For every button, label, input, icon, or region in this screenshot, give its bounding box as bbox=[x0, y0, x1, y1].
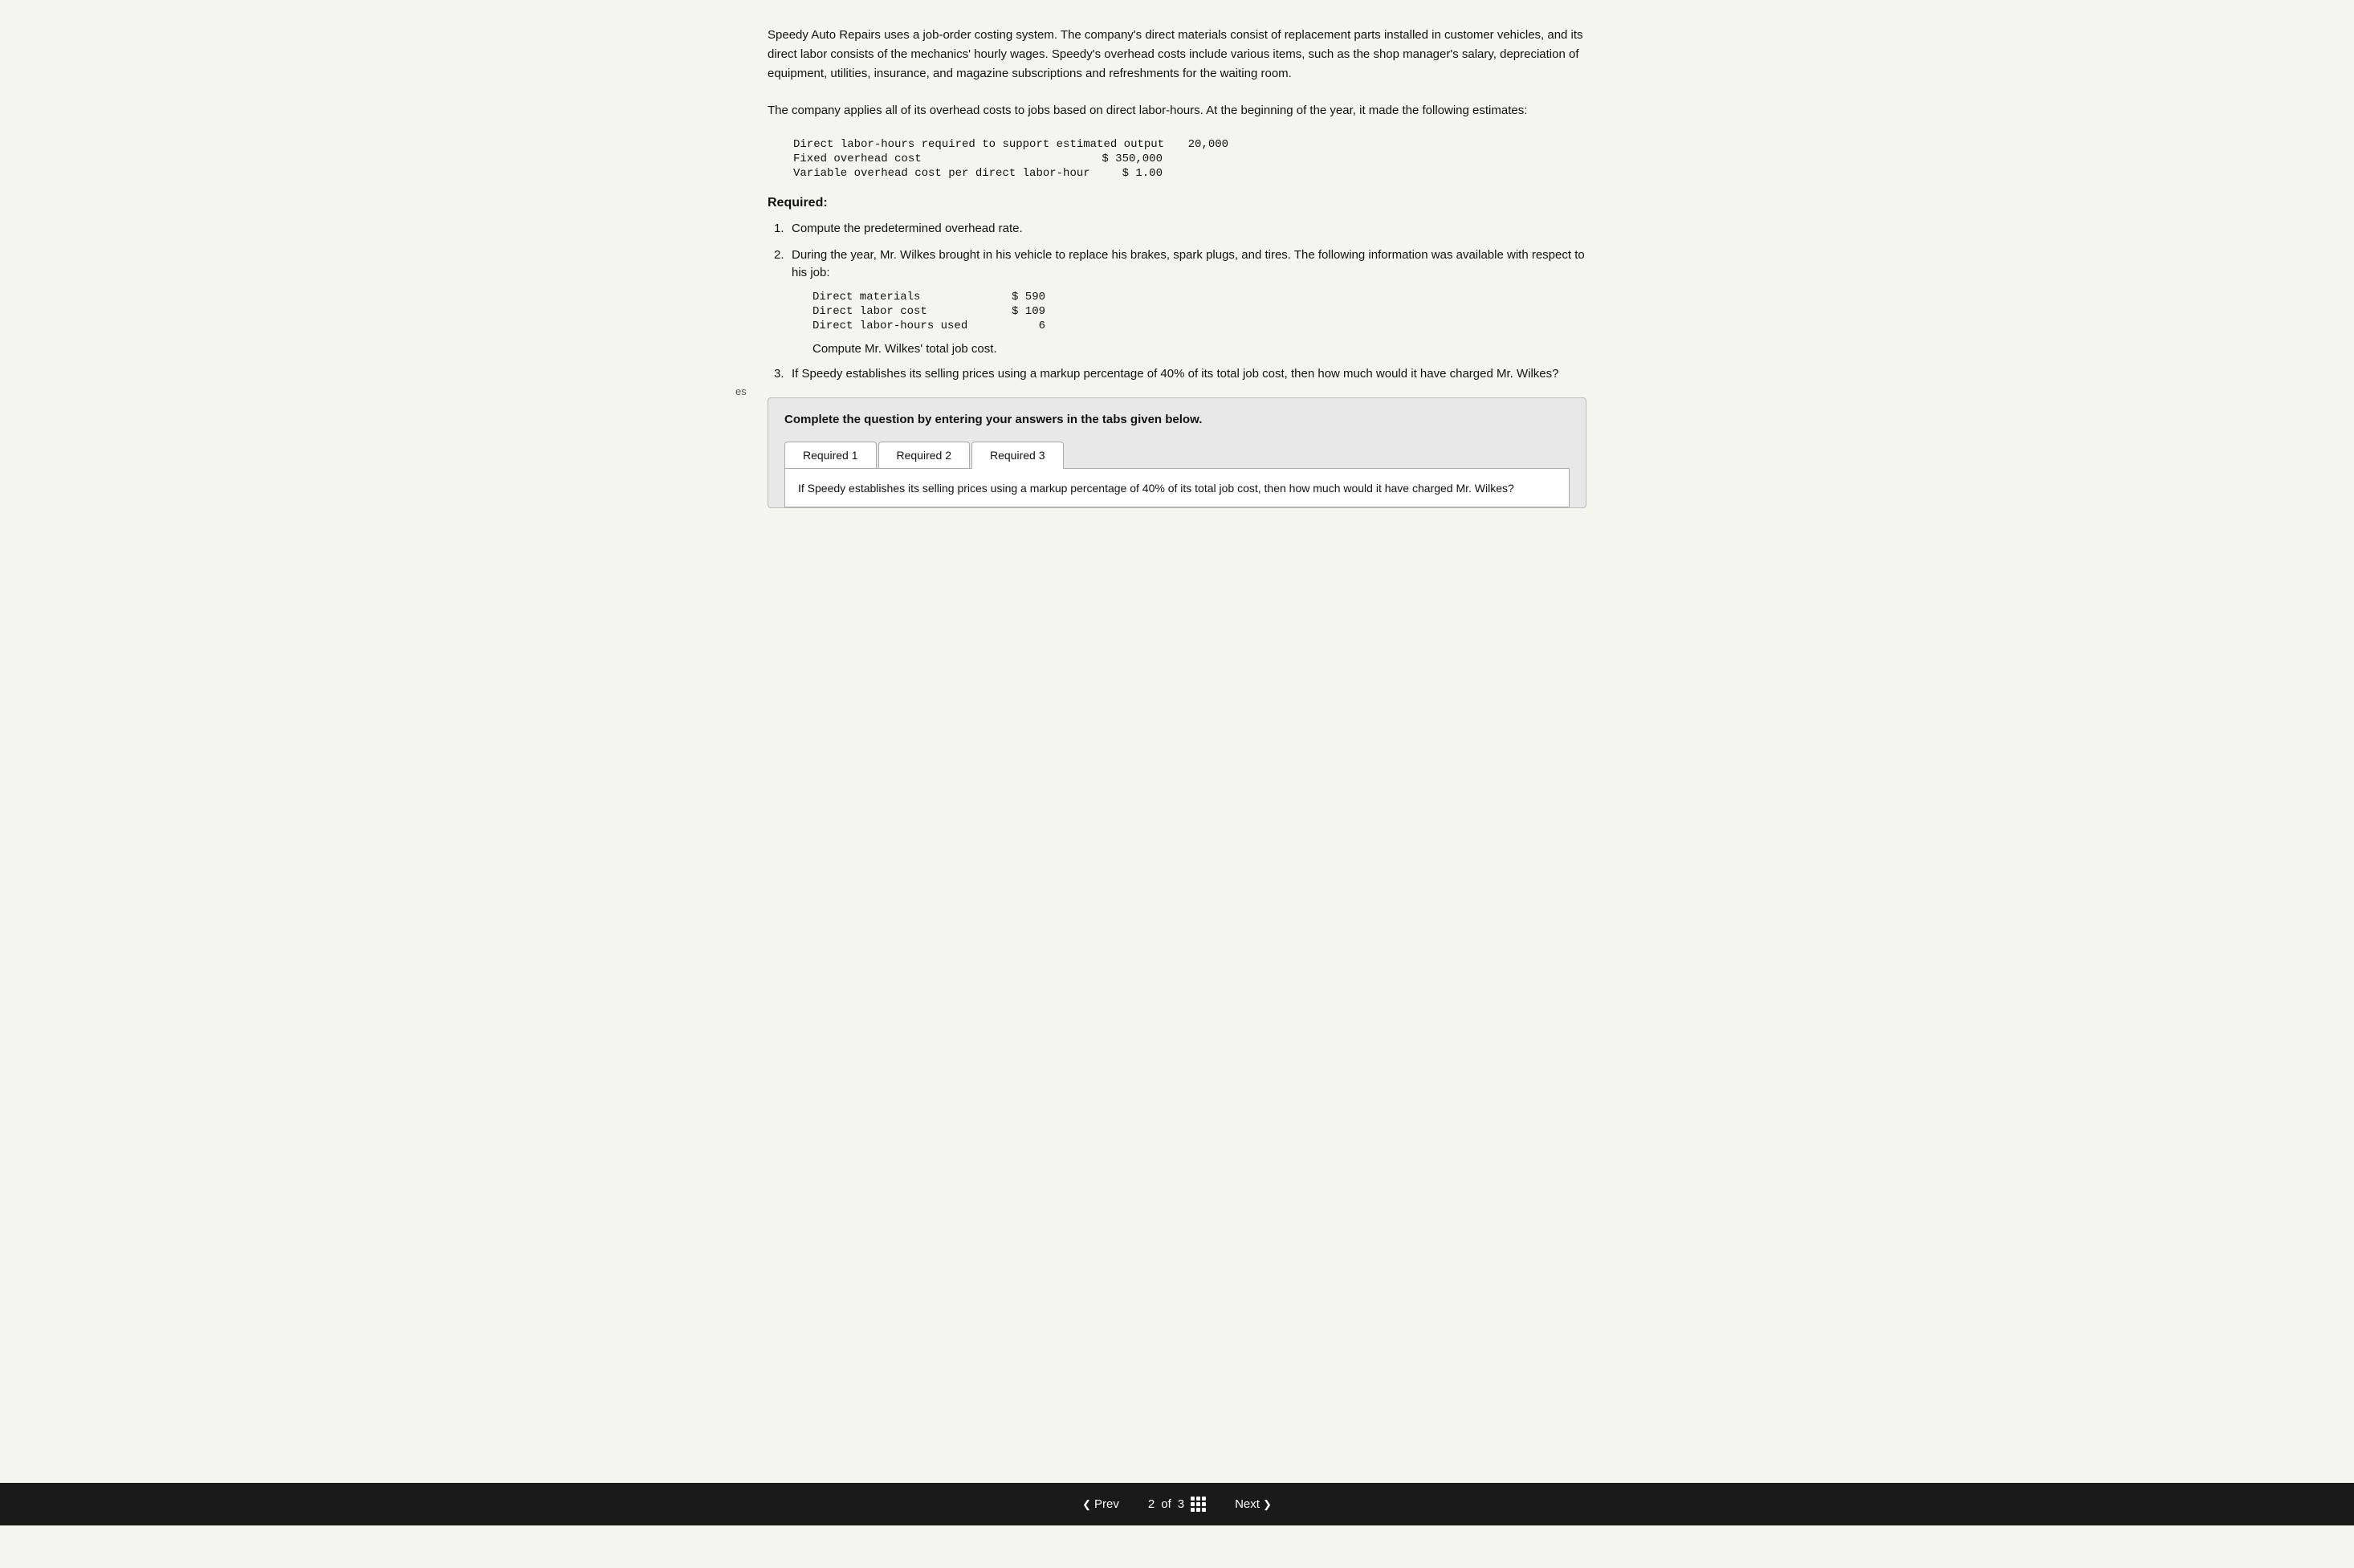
page-of: of bbox=[1161, 1497, 1171, 1511]
page-current: 2 bbox=[1148, 1497, 1155, 1511]
prev-button[interactable]: ❮ Prev bbox=[1073, 1494, 1129, 1514]
req-num-1: 1. bbox=[774, 220, 792, 238]
req-num-3: 3. bbox=[774, 365, 792, 384]
requirements-list: 1. Compute the predetermined overhead ra… bbox=[774, 220, 1586, 383]
intro-paragraph2: The company applies all of its overhead … bbox=[768, 101, 1586, 120]
prev-label: Prev bbox=[1094, 1497, 1119, 1511]
tab-required-3[interactable]: Required 3 bbox=[971, 442, 1064, 469]
tab-required-1[interactable]: Required 1 bbox=[784, 442, 877, 468]
job-label-0: Direct materials bbox=[812, 291, 997, 303]
estimate-value-1: $ 350,000 bbox=[1098, 153, 1163, 165]
job-row-0: Direct materials $ 590 bbox=[812, 291, 1586, 303]
estimates-table: Direct labor-hours required to support e… bbox=[793, 138, 1586, 181]
job-label-1: Direct labor cost bbox=[812, 305, 997, 318]
required-heading: Required: bbox=[768, 196, 1586, 210]
estimate-value-0: 20,000 bbox=[1164, 138, 1228, 151]
tabs-row: Required 1 Required 2 Required 3 bbox=[784, 441, 1570, 469]
estimate-row-1: Fixed overhead cost $ 350,000 bbox=[793, 153, 1586, 165]
requirement-1: 1. Compute the predetermined overhead ra… bbox=[774, 220, 1586, 238]
req-num-2: 2. bbox=[774, 246, 792, 265]
estimate-label-0: Direct labor-hours required to support e… bbox=[793, 138, 1164, 151]
job-value-2: 6 bbox=[997, 320, 1045, 332]
page-indicator: 2 of 3 bbox=[1148, 1497, 1206, 1512]
req-text-1: Compute the predetermined overhead rate. bbox=[792, 220, 1586, 238]
complete-instruction: Complete the question by entering your a… bbox=[784, 413, 1570, 426]
job-row-1: Direct labor cost $ 109 bbox=[812, 305, 1586, 318]
prev-chevron-icon: ❮ bbox=[1082, 1498, 1091, 1511]
req-text-2: During the year, Mr. Wilkes brought in h… bbox=[792, 246, 1586, 283]
tab-content-text: If Speedy establishes its selling prices… bbox=[798, 482, 1514, 495]
complete-box: Complete the question by entering your a… bbox=[768, 397, 1586, 508]
next-hand-icon: ❯ bbox=[1263, 1498, 1272, 1511]
next-label: Next bbox=[1235, 1497, 1260, 1511]
next-button[interactable]: Next ❯ bbox=[1225, 1494, 1281, 1514]
job-details-table: Direct materials $ 590 Direct labor cost… bbox=[812, 291, 1586, 334]
tab-required-2[interactable]: Required 2 bbox=[878, 442, 971, 468]
job-label-2: Direct labor-hours used bbox=[812, 320, 997, 332]
estimate-value-2: $ 1.00 bbox=[1098, 167, 1163, 180]
compute-wilkes-line: Compute Mr. Wilkes' total job cost. bbox=[812, 342, 1586, 356]
estimate-label-1: Fixed overhead cost bbox=[793, 153, 1098, 165]
job-value-0: $ 590 bbox=[997, 291, 1045, 303]
job-row-2: Direct labor-hours used 6 bbox=[812, 320, 1586, 332]
req-text-3: If Speedy establishes its selling prices… bbox=[792, 365, 1586, 384]
page-total: 3 bbox=[1178, 1497, 1184, 1511]
requirement-3: 3. If Speedy establishes its selling pri… bbox=[774, 365, 1586, 384]
grid-icon[interactable] bbox=[1191, 1497, 1206, 1512]
es-marker: es bbox=[735, 385, 747, 397]
bottom-bar: ❮ Prev 2 of 3 Next ❯ bbox=[0, 1483, 2354, 1525]
intro-paragraph1: Speedy Auto Repairs uses a job-order cos… bbox=[768, 26, 1586, 83]
estimate-label-2: Variable overhead cost per direct labor-… bbox=[793, 167, 1098, 180]
estimate-row-0: Direct labor-hours required to support e… bbox=[793, 138, 1586, 151]
requirement-2: 2. During the year, Mr. Wilkes brought i… bbox=[774, 246, 1586, 283]
estimate-row-2: Variable overhead cost per direct labor-… bbox=[793, 167, 1586, 180]
tab-content-area: If Speedy establishes its selling prices… bbox=[784, 469, 1570, 507]
job-value-1: $ 109 bbox=[997, 305, 1045, 318]
